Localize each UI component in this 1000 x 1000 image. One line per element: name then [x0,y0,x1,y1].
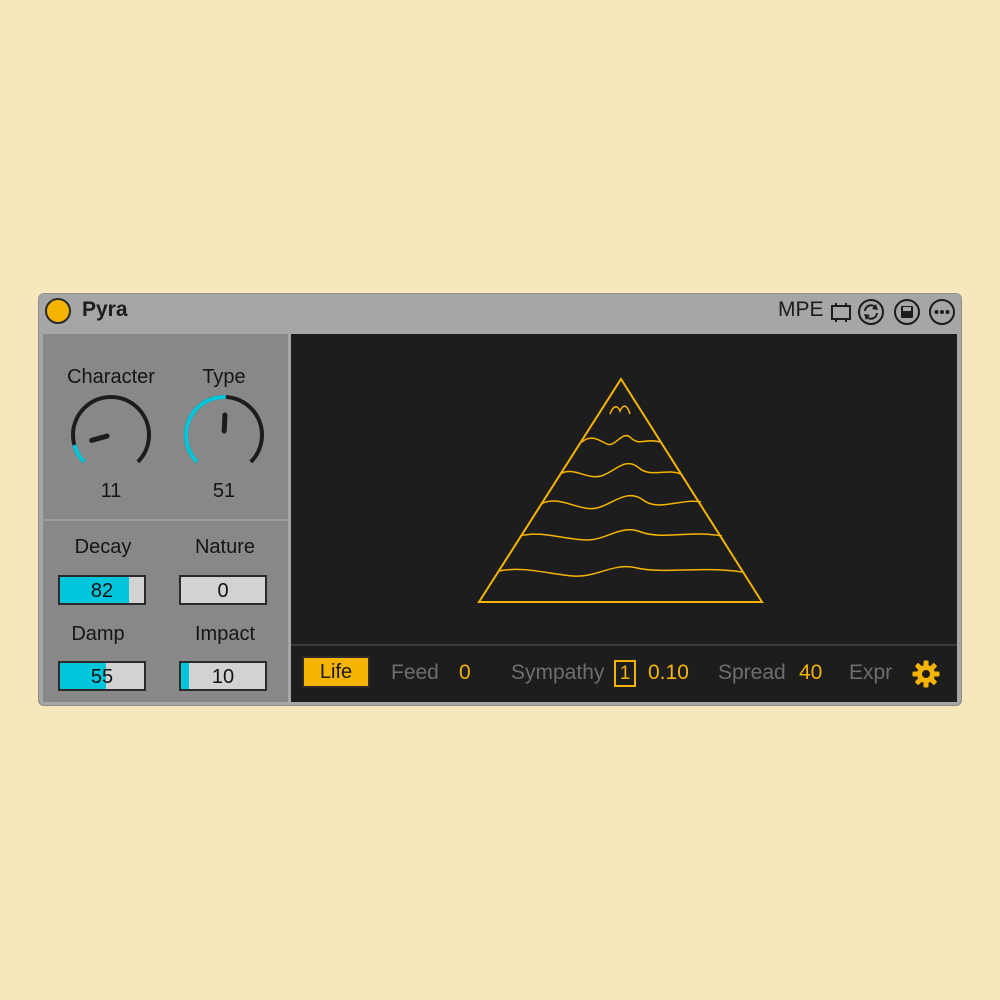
character-knob-pointer [89,433,110,443]
pyra-device: Pyra MPE Character 11 Type 51 Decay 82 N… [38,293,962,706]
sympathy-index-box[interactable]: 1 [614,660,636,687]
pyramid-outline [477,377,764,603]
damp-numbox[interactable]: 55 [58,661,146,691]
life-button[interactable]: Life [302,656,370,688]
gear-icon[interactable] [911,659,941,689]
decay-numbox[interactable]: 82 [58,575,146,605]
type-label: Type [202,366,246,388]
mpe-settings-icon[interactable] [827,298,855,326]
string-wave-1 [609,405,631,415]
string-wave-5 [519,529,723,541]
character-value: 11 [100,480,122,502]
type-knob-arc [184,395,226,464]
impact-label: Impact [194,623,256,645]
type-knob-pointer [221,412,228,434]
pyramid-visualizer [477,377,764,603]
spread-value[interactable]: 40 [799,661,822,685]
impact-numbox[interactable]: 10 [179,661,267,691]
string-wave-6 [498,566,743,577]
device-title: Pyra [82,298,128,321]
type-value: 51 [212,480,236,502]
damp-label: Damp [71,623,125,645]
expr-label[interactable]: Expr [849,661,892,685]
more-icon[interactable] [928,298,956,326]
string-wave-4 [540,494,702,510]
nature-value: 0 [217,580,229,602]
hot-swap-icon[interactable] [857,298,885,326]
character-knob[interactable] [68,392,154,478]
decay-label: Decay [74,536,132,558]
mpe-label: MPE [778,298,824,321]
character-knob-track [71,395,151,464]
string-wave-3 [559,462,682,478]
spread-label: Spread [718,661,786,684]
parameter-panel: Character 11 Type 51 Decay 82 Nature 0 D… [43,334,288,702]
impact-value: 10 [211,666,235,688]
nature-label: Nature [194,536,256,558]
sympathy-label: Sympathy [511,661,605,684]
save-icon[interactable] [893,298,921,326]
feed-value[interactable]: 0 [459,661,471,685]
feed-label: Feed [391,661,439,684]
device-power-button[interactable] [45,298,71,324]
panel-divider [43,519,288,521]
decay-value: 82 [90,580,114,602]
bottom-controls: Life Feed 0 Sympathy 1 0.10 Spread 40 Ex… [291,646,957,702]
character-label: Character [67,366,155,388]
damp-value: 55 [90,666,114,688]
visualizer-display: Life Feed 0 Sympathy 1 0.10 Spread 40 Ex… [291,334,957,702]
nature-numbox[interactable]: 0 [179,575,267,605]
string-wave-2 [581,434,661,446]
title-bar: Pyra MPE [39,294,961,330]
type-knob[interactable] [181,392,267,478]
sympathy-value[interactable]: 0.10 [648,661,689,685]
